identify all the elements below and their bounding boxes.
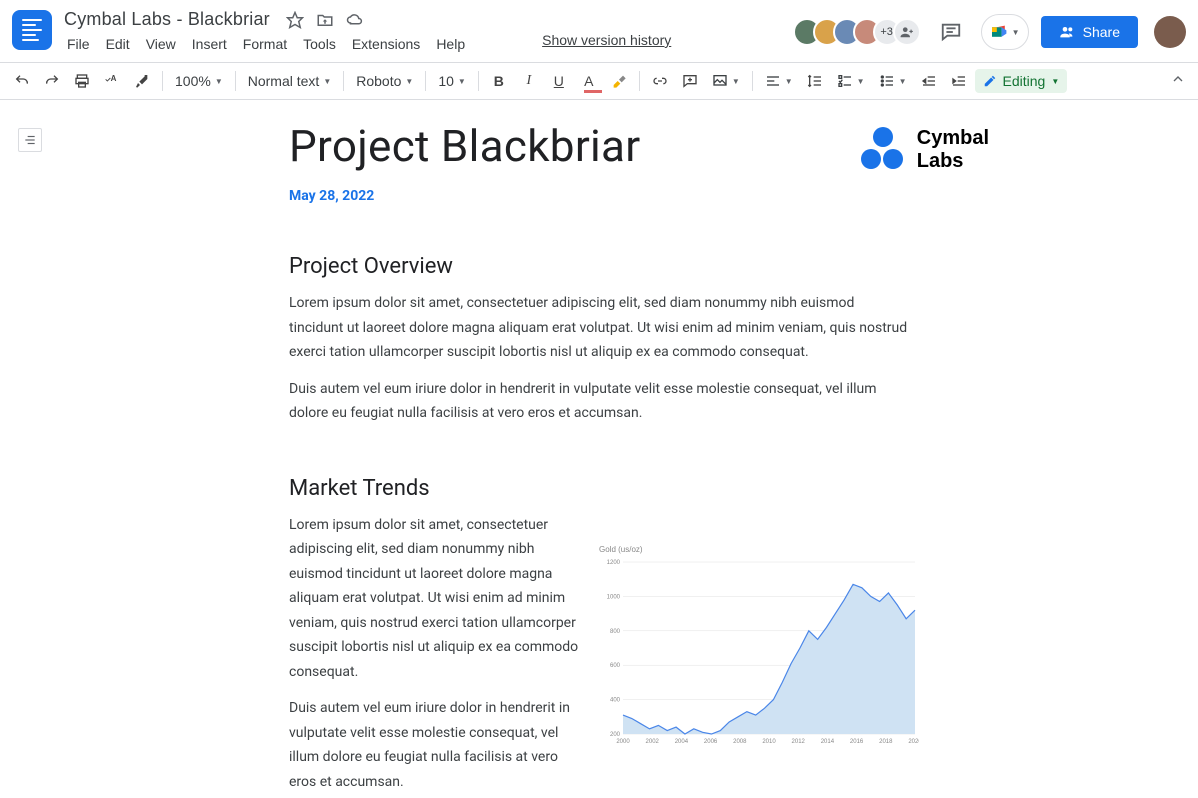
docs-logo[interactable]: [12, 10, 52, 50]
svg-text:200: 200: [610, 732, 621, 738]
chevron-down-icon: ▼: [215, 77, 223, 86]
menu-edit[interactable]: Edit: [99, 33, 137, 55]
mode-button[interactable]: Editing ▼: [975, 69, 1068, 93]
document-date: May 28, 2022: [289, 188, 909, 204]
align-button[interactable]: ▼: [759, 73, 799, 89]
svg-text:2000: 2000: [616, 739, 630, 745]
mode-label: Editing: [1003, 73, 1046, 89]
redo-button[interactable]: [38, 67, 66, 95]
move-icon[interactable]: [316, 11, 334, 29]
zoom-select[interactable]: 100%▼: [169, 73, 229, 89]
chevron-down-icon: ▼: [785, 77, 793, 86]
font-select[interactable]: Roboto▼: [350, 73, 419, 89]
image-button[interactable]: ▼: [706, 73, 746, 89]
menu-tools[interactable]: Tools: [296, 33, 343, 55]
menu-extensions[interactable]: Extensions: [345, 33, 427, 55]
svg-text:2016: 2016: [850, 739, 864, 745]
pencil-icon: [983, 74, 997, 88]
menu-view[interactable]: View: [139, 33, 183, 55]
menu-insert[interactable]: Insert: [185, 33, 234, 55]
link-button[interactable]: [646, 67, 674, 95]
docs-logo-icon: [22, 19, 42, 41]
svg-text:2004: 2004: [675, 739, 689, 745]
document-heading: Project Blackbriar: [289, 120, 909, 172]
print-button[interactable]: [68, 67, 96, 95]
outdent-button[interactable]: [915, 67, 943, 95]
share-label: Share: [1083, 24, 1120, 40]
market-chart: Gold (us/oz) 200 400 600 800 1000 1200 2000 200…: [599, 545, 919, 748]
collaborator-avatars: +3: [793, 18, 921, 46]
menu-help[interactable]: Help: [429, 33, 472, 55]
line-spacing-button[interactable]: [801, 67, 829, 95]
brand-logo: CymbalLabs: [861, 126, 989, 172]
chevron-down-icon: ▼: [732, 77, 740, 86]
font-size-select[interactable]: 10▼: [432, 73, 472, 89]
svg-text:1000: 1000: [607, 594, 621, 600]
document-page[interactable]: CymbalLabs Project Blackbriar May 28, 20…: [189, 100, 1009, 798]
checklist-button[interactable]: ▼: [831, 73, 871, 89]
style-select[interactable]: Normal text▼: [242, 73, 338, 89]
outline-toggle-button[interactable]: [18, 128, 42, 152]
underline-button[interactable]: U: [545, 67, 573, 95]
meet-button[interactable]: ▼: [981, 14, 1029, 50]
text-color-button[interactable]: A: [575, 67, 603, 95]
star-icon[interactable]: [286, 11, 304, 29]
svg-text:400: 400: [610, 697, 621, 703]
svg-text:2020: 2020: [908, 739, 919, 745]
bullet-list-button[interactable]: ▼: [873, 73, 913, 89]
add-comment-button[interactable]: [676, 67, 704, 95]
chevron-down-icon: ▼: [857, 77, 865, 86]
menu-format[interactable]: Format: [236, 33, 294, 55]
cloud-saved-icon[interactable]: [346, 11, 364, 29]
bold-button[interactable]: B: [485, 67, 513, 95]
svg-text:2012: 2012: [792, 739, 806, 745]
chevron-down-icon: ▼: [405, 77, 413, 86]
document-title[interactable]: Cymbal Labs - Blackbriar: [60, 8, 274, 31]
chevron-down-icon: ▼: [323, 77, 331, 86]
svg-text:A: A: [111, 74, 117, 83]
format-paint-button[interactable]: [128, 67, 156, 95]
svg-text:2006: 2006: [704, 739, 718, 745]
people-icon: [1059, 24, 1075, 40]
undo-button[interactable]: [8, 67, 36, 95]
chevron-down-icon: ▼: [899, 77, 907, 86]
overview-paragraph-1: Lorem ipsum dolor sit amet, consectetuer…: [289, 291, 909, 365]
comments-button[interactable]: [933, 14, 969, 50]
version-history-link[interactable]: Show version history: [542, 32, 671, 48]
svg-text:2002: 2002: [646, 739, 660, 745]
brand-circles-icon: [861, 127, 905, 171]
chevron-down-icon: ▼: [1051, 77, 1059, 86]
menu-file[interactable]: File: [60, 33, 97, 55]
toolbar: A 100%▼ Normal text▼ Roboto▼ 10▼ B I U A…: [0, 62, 1198, 100]
svg-text:2008: 2008: [733, 739, 747, 745]
collapse-toolbar-button[interactable]: [1166, 67, 1190, 96]
meet-icon: [990, 24, 1010, 40]
svg-text:2014: 2014: [821, 739, 835, 745]
svg-text:800: 800: [610, 628, 621, 634]
highlight-button[interactable]: [605, 67, 633, 95]
svg-text:600: 600: [610, 663, 621, 669]
svg-text:1200: 1200: [607, 560, 621, 566]
indent-button[interactable]: [945, 67, 973, 95]
overview-paragraph-2: Duis autem vel eum iriure dolor in hendr…: [289, 377, 909, 426]
chevron-down-icon: ▼: [458, 77, 466, 86]
market-paragraph-1: Lorem ipsum dolor sit amet, consectetuer…: [289, 513, 579, 685]
svg-text:2018: 2018: [879, 739, 893, 745]
section-market-heading: Market Trends: [289, 476, 909, 501]
chart-title: Gold (us/oz): [599, 545, 919, 554]
chevron-down-icon: ▼: [1012, 28, 1020, 37]
share-button[interactable]: Share: [1041, 16, 1138, 48]
section-overview-heading: Project Overview: [289, 254, 909, 279]
account-avatar[interactable]: [1154, 16, 1186, 48]
add-person-icon[interactable]: [893, 18, 921, 46]
market-paragraph-2: Duis autem vel eum iriure dolor in hendr…: [289, 696, 579, 794]
italic-button[interactable]: I: [515, 67, 543, 95]
svg-text:2010: 2010: [762, 739, 776, 745]
spellcheck-button[interactable]: A: [98, 67, 126, 95]
